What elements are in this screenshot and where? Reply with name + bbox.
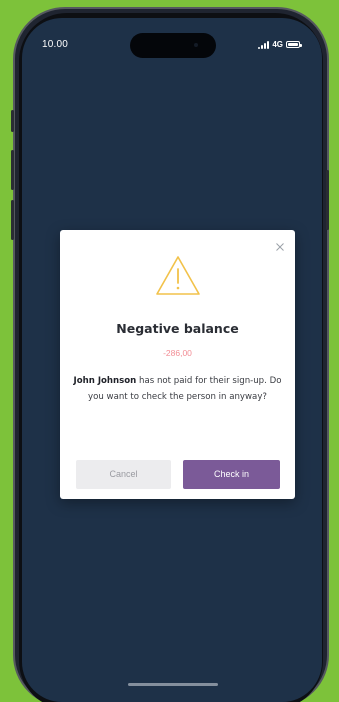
check-in-button[interactable]: Check in	[183, 460, 280, 489]
status-time: 10.00	[42, 39, 69, 50]
warning-icon	[154, 254, 202, 298]
background: 10.00 4G Negative balance -286,00 John J…	[0, 0, 339, 702]
member-name: John Johnson	[73, 376, 137, 386]
negative-balance-dialog: Negative balance -286,00 John Johnson ha…	[60, 230, 295, 499]
phone-side-button	[11, 150, 14, 190]
dialog-title: Negative balance	[116, 321, 239, 336]
camera-dot	[194, 43, 198, 47]
signal-icon	[258, 40, 270, 49]
battery-icon	[286, 41, 302, 48]
phone-side-button	[326, 170, 329, 230]
phone-screen: 10.00 4G Negative balance -286,00 John J…	[22, 18, 322, 702]
phone-side-button	[11, 110, 14, 132]
status-indicators: 4G	[258, 40, 302, 49]
cancel-button[interactable]: Cancel	[76, 460, 171, 489]
home-indicator[interactable]	[128, 683, 218, 686]
phone-side-button	[11, 200, 14, 240]
close-icon[interactable]	[274, 238, 286, 251]
balance-amount: -286,00	[163, 348, 192, 358]
dialog-message: John Johnson has not paid for their sign…	[70, 374, 285, 405]
network-type: 4G	[272, 40, 283, 49]
dynamic-island	[130, 33, 216, 58]
